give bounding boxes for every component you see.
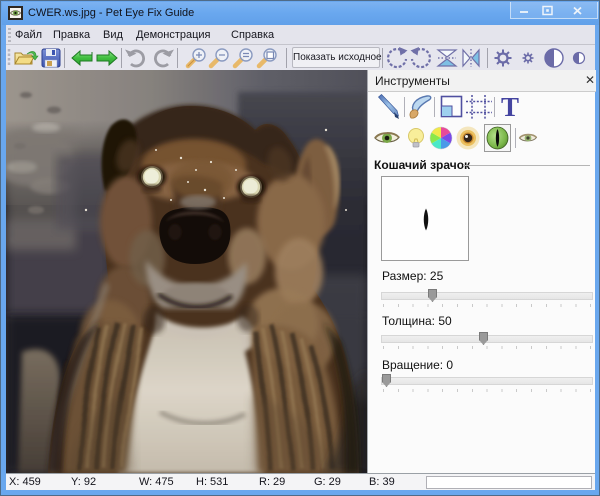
svg-text:T: T	[501, 92, 519, 122]
